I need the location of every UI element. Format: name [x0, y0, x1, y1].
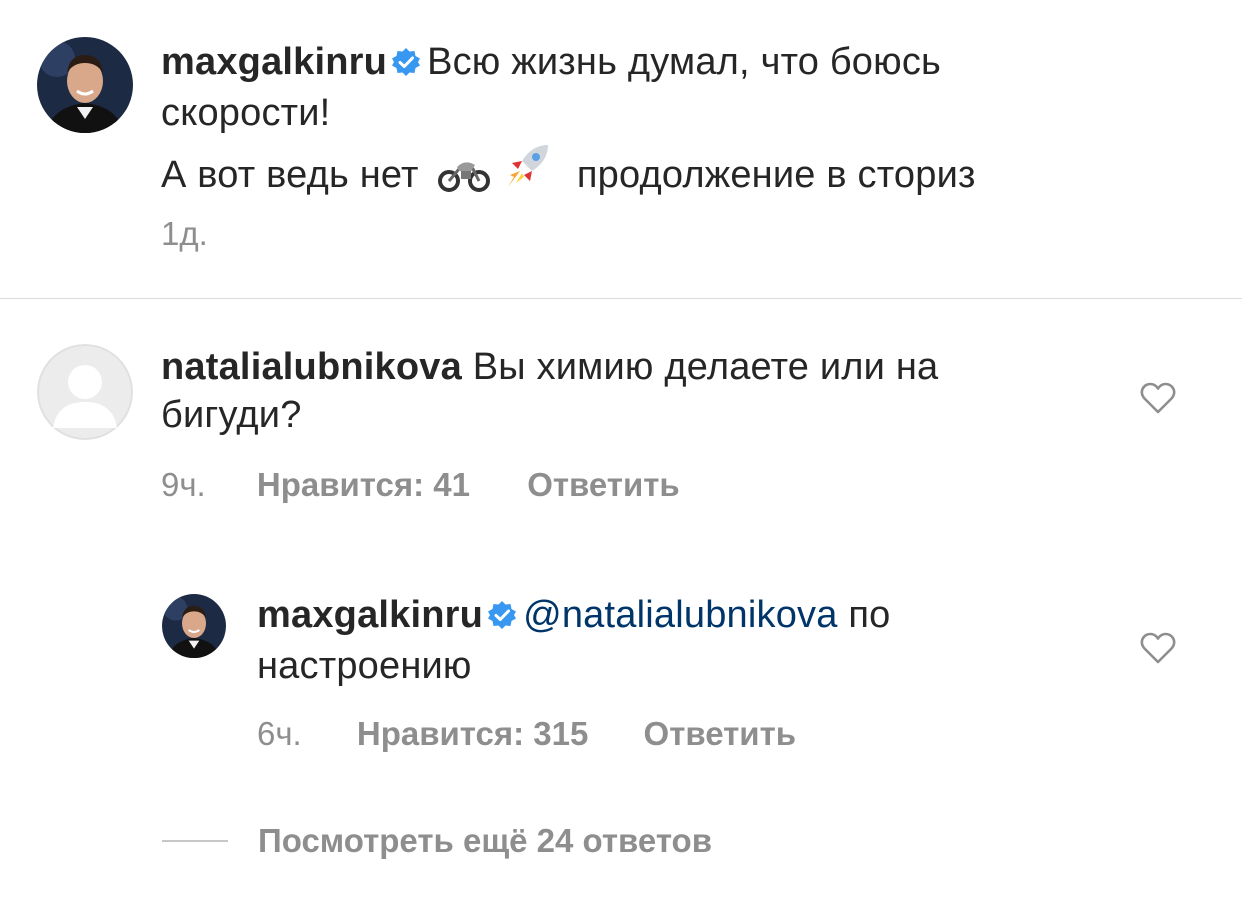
comment-text: natalialubnikova Вы химию делаете или на… [161, 343, 1081, 439]
comment-like-heart-icon[interactable] [1140, 382, 1176, 419]
verified-badge-icon [391, 41, 421, 89]
reply-meta: 6ч. Нравится: 315 Ответить [257, 715, 796, 753]
default-avatar-icon [37, 344, 133, 440]
caption-line-3-start: А вот ведь нет [161, 154, 419, 196]
reply-avatar[interactable] [162, 594, 226, 658]
caption-username[interactable]: maxgalkinru [161, 41, 387, 83]
caption-time: 1д. [161, 215, 208, 252]
caption-line-2: скорости! [161, 92, 331, 134]
reply-line-2: настроению [257, 645, 472, 687]
comment-username[interactable]: natalialubnikova [161, 346, 462, 388]
comment-reply-button[interactable]: Ответить [527, 466, 680, 504]
caption-text: maxgalkinru Всю жизнь думал, что боюсь ск… [161, 38, 1201, 205]
caption-line-1: Всю жизнь думал, что боюсь [427, 41, 942, 83]
verified-badge-icon [487, 594, 517, 642]
comment-likes[interactable]: Нравится: 41 [257, 466, 470, 504]
reply-line-1-rest: по [848, 594, 891, 636]
rocket-icon [502, 141, 556, 205]
divider [0, 298, 1242, 299]
avatar-photo-icon [37, 37, 133, 133]
caption-line-3-end: продолжение в сториз [576, 154, 976, 196]
reply-reply-button[interactable]: Ответить [644, 715, 797, 753]
comment-time: 9ч. [161, 466, 206, 503]
comment-meta: 9ч. Нравится: 41 Ответить [161, 466, 680, 504]
view-replies-divider-line [162, 840, 228, 843]
view-more-replies-button[interactable]: Посмотреть ещё 24 ответов [162, 822, 712, 860]
comment-line-2: бигуди? [161, 394, 302, 436]
reply-time: 6ч. [257, 715, 302, 752]
view-more-replies-label[interactable]: Посмотреть ещё 24 ответов [258, 822, 712, 859]
comment-avatar[interactable] [37, 344, 133, 440]
comment-line-1: Вы химию делаете или на [472, 346, 939, 388]
reply-mention-link[interactable]: @natalialubnikova [523, 594, 838, 636]
caption-avatar[interactable] [37, 37, 133, 133]
reply-likes[interactable]: Нравится: 315 [357, 715, 588, 753]
reply-text: maxgalkinru @natalialubnikova по настроен… [257, 591, 1097, 690]
reply-like-heart-icon[interactable] [1140, 632, 1176, 669]
avatar-photo-icon [162, 594, 226, 658]
reply-username[interactable]: maxgalkinru [257, 594, 483, 636]
motorcycle-icon [437, 153, 491, 205]
